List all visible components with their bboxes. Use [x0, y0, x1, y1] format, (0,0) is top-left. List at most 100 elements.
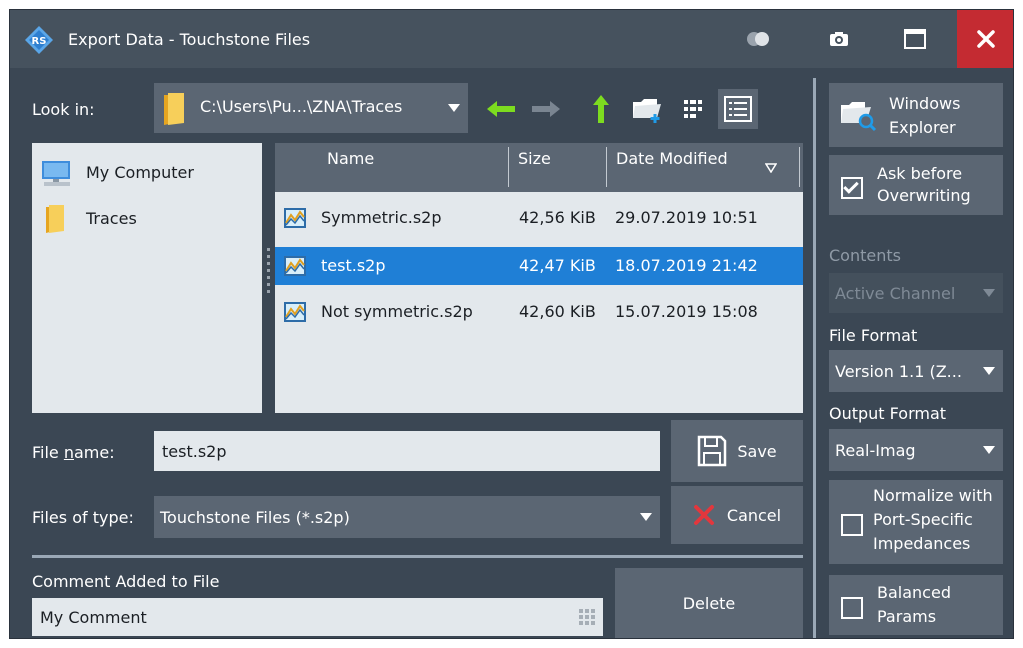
chevron-down-icon: [640, 513, 652, 521]
arrow-up-icon: [593, 95, 609, 123]
back-button[interactable]: [483, 92, 519, 126]
maximize-button[interactable]: [887, 10, 943, 68]
place-traces[interactable]: Traces: [40, 201, 254, 235]
normalize-toggle[interactable]: Normalize with Port-Specific Impedances: [829, 480, 1003, 564]
normalize-line2: Port-Specific: [873, 510, 973, 529]
touchstone-file-icon: [284, 256, 306, 276]
file-row[interactable]: Not symmetric.s2p 42,60 KiB 15.07.2019 1…: [275, 293, 803, 331]
list-view-button[interactable]: [676, 92, 712, 126]
file-date: 15.07.2019 15:08: [615, 302, 758, 321]
close-button[interactable]: [957, 10, 1013, 68]
filename-label: File name:: [32, 443, 115, 462]
arrow-left-icon: [487, 101, 515, 117]
filename-input[interactable]: test.s2p: [154, 431, 660, 471]
output-format-value: Real-Imag: [835, 440, 916, 460]
file-list-header: Name Size Date Modified: [275, 143, 803, 192]
lookin-label: Look in:: [32, 100, 95, 119]
file-format-value: Version 1.1 (Z...: [835, 361, 962, 381]
new-folder-button[interactable]: [630, 92, 666, 126]
panel-splitter[interactable]: [266, 248, 272, 304]
column-date-modified[interactable]: Date Modified: [616, 143, 728, 192]
lookin-path: C:\Users\Pu...\ZNA\Traces: [200, 97, 403, 116]
balanced-params-checkbox[interactable]: [841, 597, 863, 619]
balanced-params-toggle[interactable]: Balanced Params: [829, 575, 1003, 635]
place-my-computer[interactable]: My Computer: [40, 155, 254, 189]
file-size: 42,60 KiB: [519, 302, 596, 321]
save-icon: [698, 435, 727, 467]
vertical-divider: [813, 78, 816, 638]
chevron-down-icon: [983, 289, 995, 297]
lookin-dropdown[interactable]: C:\Users\Pu...\ZNA\Traces: [154, 83, 468, 133]
touchstone-file-icon: [284, 208, 306, 228]
touchstone-file-icon: [284, 302, 306, 322]
ask-overwrite-line2: Overwriting: [877, 186, 971, 205]
computer-icon: [42, 161, 70, 186]
column-size[interactable]: Size: [518, 143, 551, 192]
delete-button[interactable]: Delete: [615, 568, 803, 638]
chevron-down-icon: [983, 367, 995, 375]
rs-logo-icon: RS: [25, 26, 53, 54]
folder-icon: [164, 93, 184, 125]
file-name: Symmetric.s2p: [321, 208, 442, 227]
comment-input[interactable]: My Comment: [32, 598, 603, 636]
explorer-folder-icon: [841, 102, 877, 132]
save-button[interactable]: Save: [671, 420, 803, 482]
new-folder-icon: [633, 99, 661, 123]
ask-overwrite-checkbox[interactable]: [841, 177, 863, 199]
filetype-label: Files of type:: [32, 508, 134, 527]
folder-icon: [46, 205, 64, 233]
normalize-line1: Normalize with: [873, 486, 993, 505]
cancel-icon: [693, 505, 714, 525]
ask-overwrite-toggle[interactable]: Ask before Overwriting: [829, 155, 1003, 215]
file-size: 42,56 KiB: [519, 208, 596, 227]
filetype-dropdown[interactable]: Touchstone Files (*.s2p): [154, 496, 660, 538]
chevron-down-icon: [983, 446, 995, 454]
toggle-icon: [747, 32, 769, 46]
windows-explorer-button[interactable]: Windows Explorer: [829, 83, 1003, 147]
file-date: 29.07.2019 10:51: [615, 208, 758, 227]
close-icon: [977, 30, 995, 48]
file-format-label: File Format: [829, 326, 918, 345]
file-size: 42,47 KiB: [519, 256, 596, 275]
place-label: Traces: [86, 208, 137, 228]
column-name[interactable]: Name: [327, 143, 374, 192]
detail-view-button[interactable]: [718, 89, 758, 129]
contents-label: Contents: [829, 246, 901, 265]
contents-value: Active Channel: [835, 283, 956, 303]
chevron-down-icon: [448, 104, 460, 112]
toggle-button[interactable]: [731, 10, 787, 68]
list-view-icon: [684, 100, 702, 118]
place-label: My Computer: [86, 162, 194, 182]
maximize-icon: [904, 29, 926, 49]
save-label: Save: [737, 441, 777, 461]
places-panel: My Computer Traces: [32, 143, 262, 413]
comment-value: My Comment: [40, 607, 147, 627]
screenshot-button[interactable]: [811, 10, 867, 68]
detail-view-icon: [724, 96, 752, 122]
cancel-button[interactable]: Cancel: [671, 486, 803, 544]
file-row-selected[interactable]: test.s2p 42,47 KiB 18.07.2019 21:42: [275, 247, 803, 285]
explorer-label-line1: Windows: [889, 94, 961, 113]
file-format-dropdown[interactable]: Version 1.1 (Z...: [829, 350, 1003, 392]
up-folder-button[interactable]: [583, 92, 619, 126]
comment-label: Comment Added to File: [32, 572, 220, 591]
forward-button[interactable]: [528, 92, 564, 126]
arrow-right-icon: [532, 101, 560, 117]
checkmark-icon: [843, 178, 859, 194]
contents-dropdown: Active Channel: [829, 273, 1003, 313]
export-dialog: RS Export Data - Touchstone Files Look i…: [9, 9, 1014, 639]
normalize-checkbox[interactable]: [841, 514, 863, 536]
sort-icon: [765, 163, 777, 173]
normalize-line3: Impedances: [873, 534, 971, 553]
filename-label-part: ame:: [74, 443, 115, 462]
keypad-icon[interactable]: [579, 609, 595, 625]
filename-label-part: File: [32, 443, 64, 462]
explorer-label-line2: Explorer: [889, 118, 956, 137]
cancel-label: Cancel: [726, 505, 782, 525]
file-list: Name Size Date Modified Symmetric.s2p 42…: [275, 143, 803, 413]
output-format-dropdown[interactable]: Real-Imag: [829, 429, 1003, 471]
balanced-line1: Balanced: [877, 583, 951, 602]
file-row[interactable]: Symmetric.s2p 42,56 KiB 29.07.2019 10:51: [275, 199, 803, 237]
filename-label-mnemonic: n: [63, 443, 74, 462]
file-name: Not symmetric.s2p: [321, 302, 473, 321]
